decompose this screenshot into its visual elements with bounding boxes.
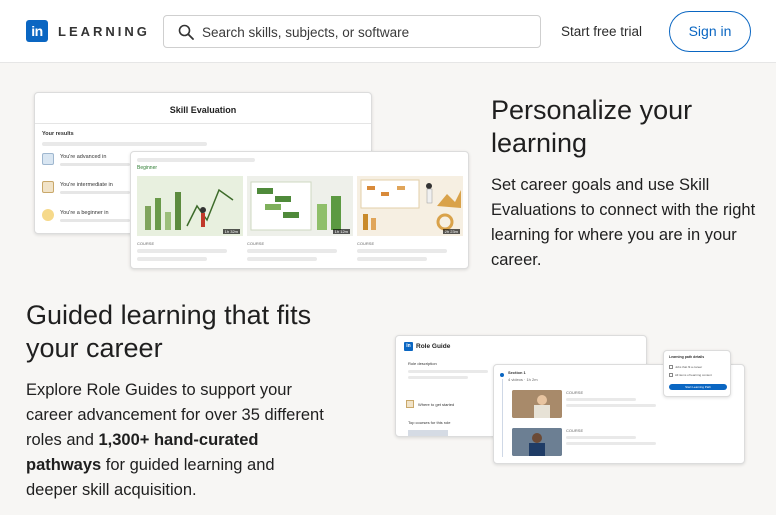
placeholder-bar <box>60 219 130 222</box>
video-thumbnail <box>512 390 562 418</box>
person-icon <box>512 428 562 456</box>
course-label: COURSE <box>566 428 584 433</box>
course-label: COURSE <box>247 241 265 246</box>
placeholder-bar <box>247 249 337 253</box>
skill-row-label: You're a beginner in <box>60 210 109 216</box>
checkbox-icon <box>669 365 673 369</box>
search-placeholder: Search skills, subjects, or software <box>202 25 410 40</box>
placeholder-bar <box>357 257 427 261</box>
skill-row-advanced: You're advanced in <box>42 153 132 173</box>
course-thumbnail: 1h 12m <box>247 176 353 236</box>
placeholder-bar <box>247 257 317 261</box>
linkedin-logo-icon[interactable]: in <box>26 20 48 42</box>
placeholder-bar <box>566 436 636 439</box>
placeholder-bar <box>42 142 207 146</box>
video-thumbnail <box>512 428 562 456</box>
learning-path-details-popup: Learning path details Jobs that fit a ca… <box>663 350 731 397</box>
calendar-illustration-icon <box>360 179 461 231</box>
placeholder-bar <box>566 442 656 445</box>
placeholder-bar <box>60 163 130 166</box>
duration-badge: 1h 12m <box>332 229 350 234</box>
search-input[interactable]: Search skills, subjects, or software <box>163 15 541 48</box>
skill-row-beginner: You're a beginner in <box>42 209 132 229</box>
personalize-heading: Personalize your learning <box>491 95 693 158</box>
sign-in-button[interactable]: Sign in <box>669 11 751 52</box>
notebook-icon <box>42 181 54 193</box>
guided-learning-description: Explore Role Guides to support your care… <box>26 378 326 503</box>
course-label: COURSE <box>357 241 375 246</box>
beginner-level-label: Beginner <box>137 165 158 171</box>
top-nav-bar: in LEARNING Search skills, subjects, or … <box>0 0 776 63</box>
where-to-start-label: Where to get started <box>418 402 455 407</box>
top-courses-label: Top courses for this role <box>408 420 451 425</box>
learning-wordmark[interactable]: LEARNING <box>58 24 150 39</box>
linkedin-logo-icon: in <box>404 342 413 351</box>
placeholder-bar <box>60 191 130 194</box>
course-label: COURSE <box>137 241 155 246</box>
section-meta: 4 videos · 1h 2m <box>508 377 538 382</box>
placeholder-bar <box>566 404 656 407</box>
notebook-icon <box>406 400 414 408</box>
duration-badge: 1h 32m <box>222 229 240 234</box>
placeholder-bar <box>566 398 636 401</box>
role-description-label: Role description <box>408 361 437 366</box>
progress-dot-icon <box>500 373 504 377</box>
your-results-label: Your results <box>42 131 74 137</box>
skill-row-label: You're intermediate in <box>60 182 113 188</box>
course-thumbnail <box>408 430 448 436</box>
skill-row-intermediate: You're intermediate in <box>42 181 132 201</box>
placeholder-bar <box>137 257 207 261</box>
skill-evaluation-title: Skill Evaluation <box>169 105 237 115</box>
placeholder-bar <box>408 370 488 373</box>
lightbulb-icon <box>42 209 54 221</box>
learning-path-line: Jobs that fit a career <box>675 365 703 369</box>
course-label: COURSE <box>566 390 584 395</box>
placeholder-bar <box>408 376 468 379</box>
courses-preview-illustration: Beginner 1h 32m COURSE 1h 12m COURSE 2h … <box>130 151 469 269</box>
guided-learning-heading: Guided learning that fits your career <box>26 300 312 363</box>
start-learning-path-button: Start Learning Path <box>669 384 727 390</box>
role-guide-header: in Role Guide <box>404 342 450 351</box>
course-thumbnail: 1h 32m <box>137 176 243 236</box>
timeline-line <box>501 379 503 457</box>
divider <box>35 123 371 124</box>
chart-illustration-icon <box>145 188 234 230</box>
trophy-icon <box>42 153 54 165</box>
duration-badge: 2h 23m <box>442 229 460 234</box>
placeholder-bar <box>137 158 255 162</box>
placeholder-bar <box>357 249 447 253</box>
learning-path-title: Learning path details <box>669 355 705 359</box>
learning-path-line: All items of learning content <box>675 373 712 377</box>
grid-illustration-icon <box>250 181 341 231</box>
search-icon <box>178 24 194 40</box>
section-label: Section 1 <box>508 370 526 375</box>
placeholder-bar <box>137 249 227 253</box>
role-guide-title: Role Guide <box>416 343 451 351</box>
course-thumbnail: 2h 23m <box>357 176 463 236</box>
person-icon <box>512 390 562 418</box>
start-free-trial-link[interactable]: Start free trial <box>561 24 642 39</box>
skill-row-label: You're advanced in <box>60 154 107 160</box>
personalize-description: Set career goals and use Skill Evaluatio… <box>491 176 756 269</box>
list-icon <box>669 373 673 377</box>
